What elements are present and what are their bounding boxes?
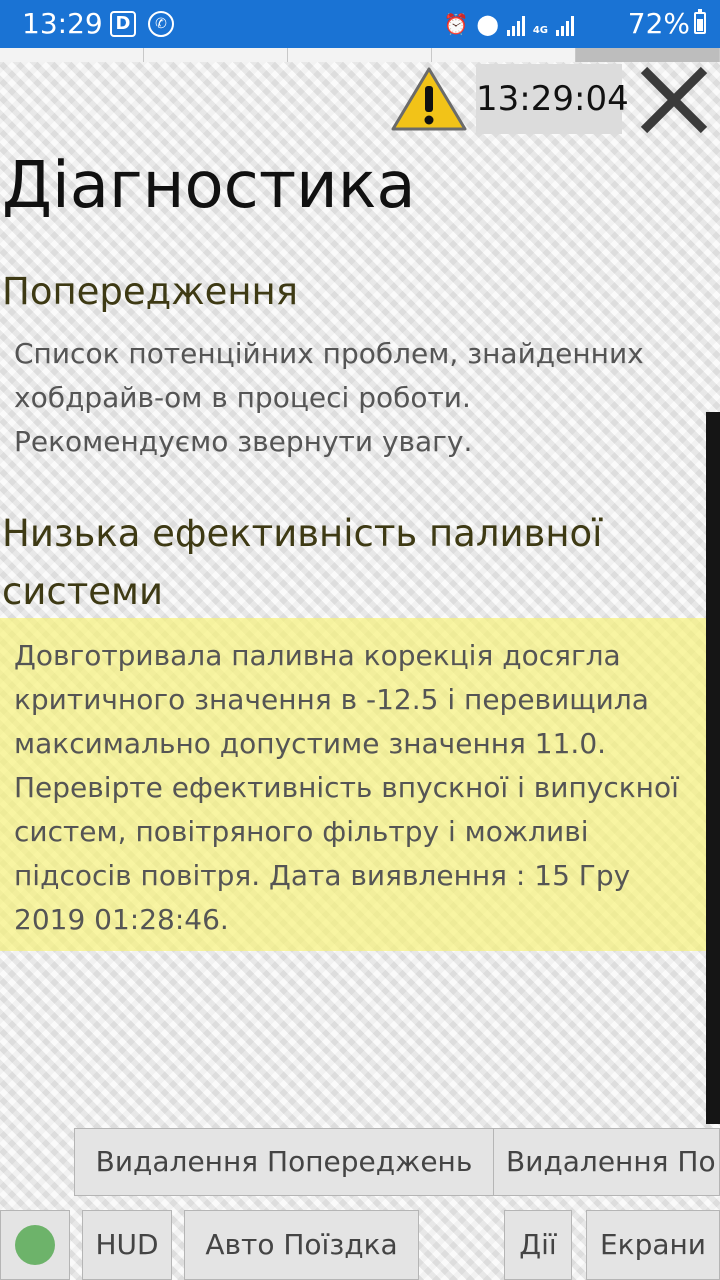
tab-5[interactable] <box>576 48 720 62</box>
tab-2[interactable] <box>144 48 288 62</box>
status-dot-icon <box>15 1225 55 1265</box>
status-time: 13:29 <box>22 7 103 40</box>
battery-percent: 72% <box>627 7 690 40</box>
battery-level <box>697 19 703 31</box>
auto-trip-button[interactable]: Авто Поїздка <box>184 1210 419 1280</box>
delete-warnings-button[interactable]: Видалення Попереджень <box>74 1128 494 1196</box>
hud-button[interactable]: HUD <box>82 1210 172 1280</box>
network-type-label: 4G <box>532 25 548 36</box>
app-badge-icon: D <box>110 11 136 37</box>
signal-icon <box>506 14 525 36</box>
battery-icon <box>694 9 706 34</box>
scrollbar[interactable] <box>706 412 720 1124</box>
page-title: Діагностика <box>2 149 416 223</box>
issue-title-line: Низька ефективність паливної <box>2 512 603 555</box>
warning-icon[interactable] <box>390 66 468 132</box>
status-bar: 13:29 D ✆ ⏰ ⬤ 4G 72% <box>0 0 720 48</box>
status-indicator-button[interactable] <box>0 1210 70 1280</box>
status-icons: ⏰ ⬤ 4G <box>444 12 574 36</box>
location-icon: ⬤ <box>476 12 499 36</box>
warnings-description: Список потенційних проблем, знайденних х… <box>14 332 684 464</box>
tab-1[interactable] <box>0 48 144 62</box>
description-line: Список потенційних проблем, знайденних <box>14 337 644 370</box>
tab-3[interactable] <box>288 48 432 62</box>
delete-warnings-button-2[interactable]: Видалення По <box>493 1128 720 1196</box>
close-icon[interactable] <box>636 64 712 136</box>
tab-strip[interactable] <box>0 48 720 62</box>
viber-icon: ✆ <box>148 11 174 37</box>
description-line: хобдрайв-ом в процесі роботи. <box>14 381 471 414</box>
actions-button[interactable]: Дії <box>504 1210 572 1280</box>
signal-icon-2 <box>556 14 574 36</box>
tab-4[interactable] <box>432 48 576 62</box>
description-line: Рекомендуємо звернути увагу. <box>14 425 473 458</box>
issue-alert-box: Довготривала паливна корекція досягла кр… <box>0 618 706 951</box>
clock-display: 13:29:04 <box>476 64 629 134</box>
issue-details: Довготривала паливна корекція досягла кр… <box>14 639 679 936</box>
screens-button[interactable]: Екрани <box>586 1210 720 1280</box>
alarm-icon: ⏰ <box>443 12 469 36</box>
issue-title: Низька ефективність паливної системи <box>2 508 602 618</box>
section-title-warnings: Попередження <box>2 270 298 313</box>
issue-title-line: системи <box>2 570 164 613</box>
